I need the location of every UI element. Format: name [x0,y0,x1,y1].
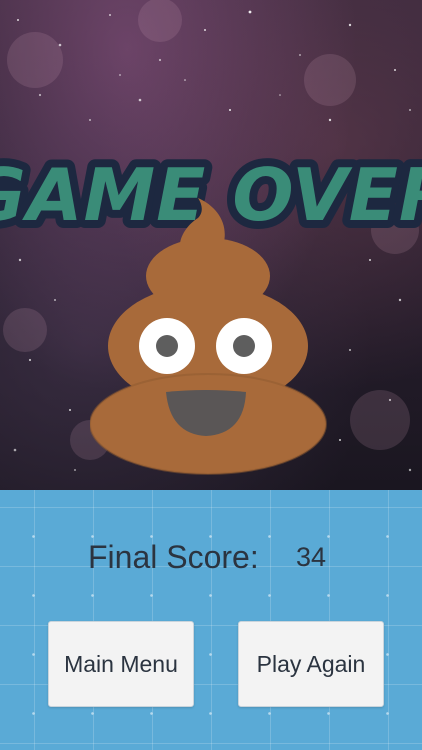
game-over-screen: GAME OVER [0,0,422,750]
space-background: GAME OVER [0,0,422,490]
grid-dots [0,490,422,750]
final-score-value: 34 [296,542,327,572]
final-score-label: Final Score: [88,539,259,575]
poop-emoji-icon [90,198,330,478]
final-score: Final Score: 34 [0,537,422,577]
score-panel [0,490,422,750]
main-menu-button[interactable]: Main Menu [48,621,194,707]
play-again-button[interactable]: Play Again [238,621,384,707]
